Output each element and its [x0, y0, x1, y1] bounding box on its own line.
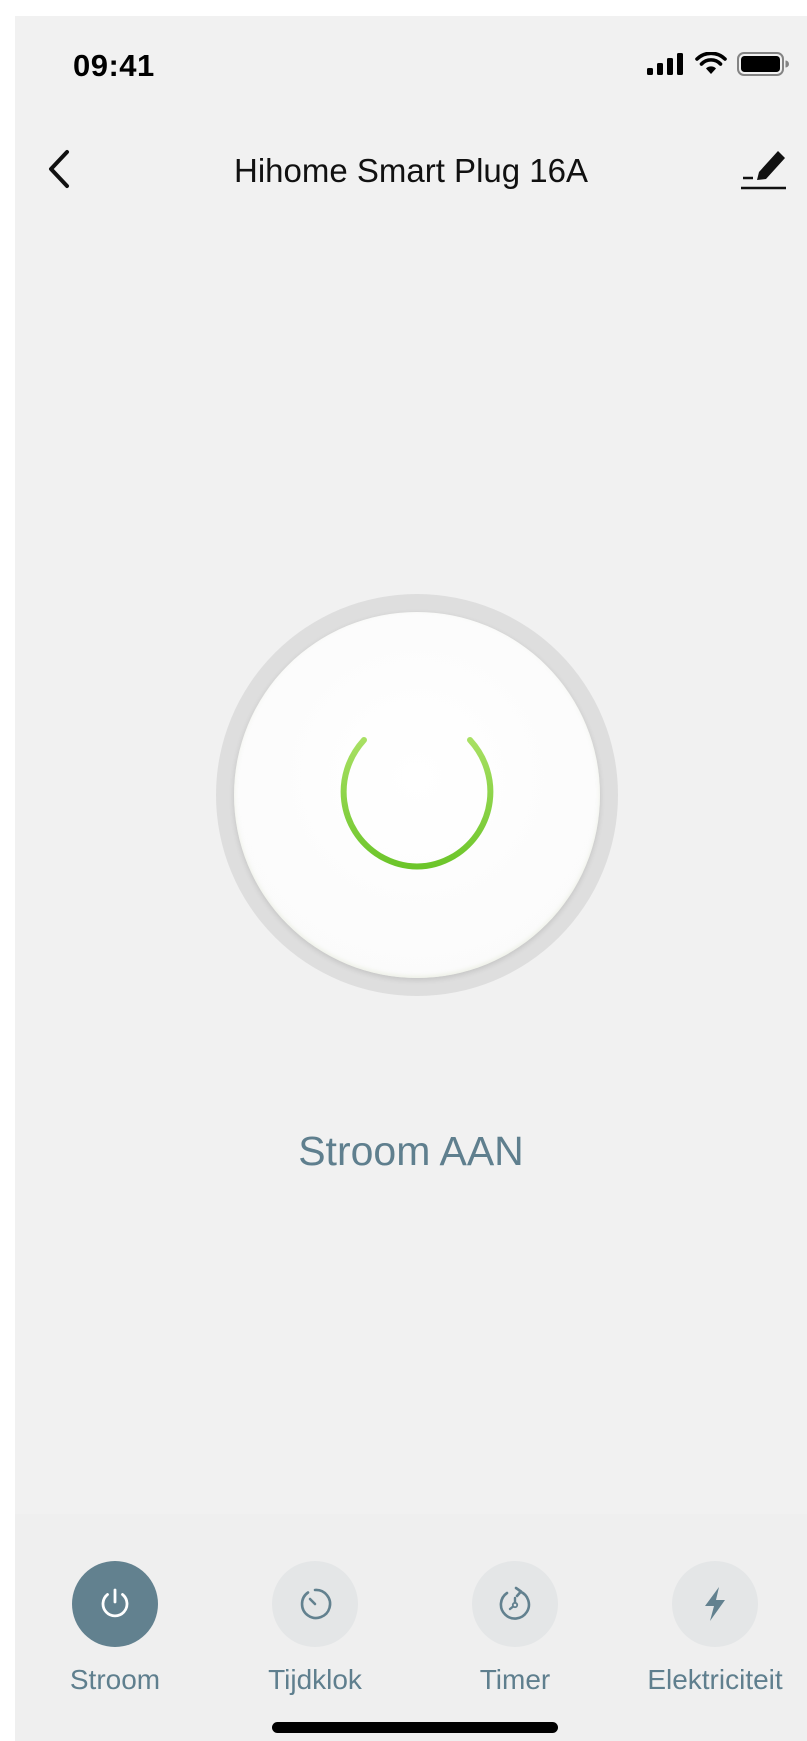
- power-status-label: Stroom AAN: [298, 1128, 524, 1174]
- tab-elektriciteit[interactable]: Elektriciteit: [615, 1514, 807, 1714]
- power-button-face: [234, 612, 600, 978]
- status-time: 09:41: [73, 48, 155, 83]
- status-icons: [647, 52, 789, 76]
- tab-label: Timer: [479, 1664, 551, 1695]
- tab-icon-circle: [672, 1561, 758, 1647]
- edit-pencil-icon: [741, 151, 786, 190]
- page-title: Hihome Smart Plug 16A: [234, 152, 588, 189]
- battery-icon: [737, 52, 789, 76]
- wifi-icon: [695, 52, 727, 74]
- tab-bar: Stroom Tijdklok Timer Elektriciteit: [15, 1514, 807, 1741]
- power-icon: [101, 1588, 129, 1618]
- clock-icon: [300, 1588, 332, 1620]
- screen: 09:41 Hihome Smart Plug 16A Stroom AAN S…: [15, 16, 807, 1741]
- tab-icon-circle: [272, 1561, 358, 1647]
- tab-tijdklok[interactable]: Tijdklok: [215, 1514, 415, 1714]
- tab-timer[interactable]: Timer: [415, 1514, 615, 1714]
- tab-icon-circle: [472, 1561, 558, 1647]
- edit-button[interactable]: [737, 144, 791, 194]
- tab-label: Elektriciteit: [647, 1664, 783, 1695]
- cellular-signal-icon: [647, 53, 683, 75]
- tab-icon-circle: [72, 1561, 158, 1647]
- tab-stroom[interactable]: Stroom: [15, 1514, 215, 1714]
- tab-label: Stroom: [69, 1664, 161, 1695]
- nav-bar: Hihome Smart Plug 16A: [15, 124, 807, 214]
- tab-label: Tijdklok: [268, 1664, 362, 1695]
- power-toggle-button[interactable]: [216, 594, 618, 996]
- status-bar: 09:41: [15, 16, 807, 116]
- timer-icon: [499, 1586, 531, 1620]
- home-indicator: [272, 1722, 558, 1733]
- lightning-icon: [705, 1587, 725, 1621]
- power-icon: [340, 708, 494, 870]
